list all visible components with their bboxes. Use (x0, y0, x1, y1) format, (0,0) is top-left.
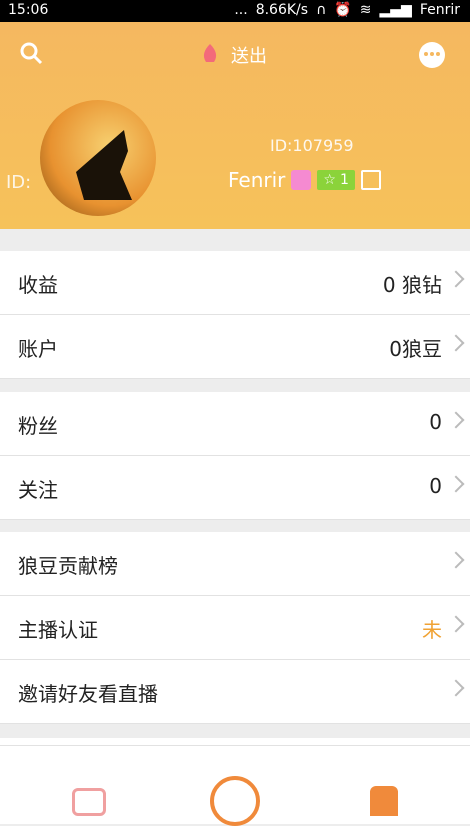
menu-item-following[interactable]: 关注 0 (0, 456, 470, 520)
menu-item-invite-friends[interactable]: 邀请好友看直播 (0, 660, 470, 724)
headset-icon: ∩ (316, 2, 327, 18)
tv-tab-icon[interactable] (72, 788, 106, 816)
menu-item-fans[interactable]: 粉丝 0 (0, 392, 470, 456)
search-icon[interactable] (18, 40, 44, 66)
signal-icon: ▂▄▆ (379, 2, 412, 18)
menu-group-earnings: 收益 0 狼钻 账户 0狼豆 (0, 251, 470, 379)
chevron-right-icon (447, 615, 465, 633)
chevron-right-icon (447, 551, 465, 569)
live-tab-icon[interactable] (210, 776, 260, 826)
gift-icon (203, 44, 217, 62)
menu-item-host-verification[interactable]: 主播认证 未 (0, 596, 470, 660)
avatar[interactable] (40, 100, 156, 216)
chat-icon[interactable] (419, 42, 445, 68)
user-id: ID:107959 (270, 136, 354, 155)
send-button[interactable]: 送出 (231, 42, 267, 68)
chevron-right-icon (447, 679, 465, 697)
status-bar: 15:06 ... 8.66K/s ∩ ⏰ ≋ ▂▄▆ Fenrir (0, 0, 470, 22)
edit-profile-icon[interactable] (360, 170, 381, 190)
more-dots-icon: ... (234, 2, 248, 18)
profile-header: 送出 ID: ID:107959 Fenrir ☆ 1 (0, 22, 470, 229)
network-speed: 8.66K/s (255, 2, 309, 18)
chevron-right-icon (447, 475, 465, 493)
username: Fenrir (228, 168, 286, 192)
carrier-name: Fenrir (419, 2, 460, 18)
wifi-icon: ≋ (359, 2, 372, 18)
chevron-right-icon (447, 334, 465, 352)
chevron-right-icon (447, 411, 465, 429)
menu-item-contribution-rank[interactable]: 狼豆贡献榜 (0, 532, 470, 596)
menu-item-earnings[interactable]: 收益 0 狼钻 (0, 251, 470, 315)
badge-search-icon (291, 170, 312, 190)
status-time: 15:06 (8, 2, 49, 18)
profile-tab-icon[interactable] (370, 786, 398, 816)
chevron-right-icon (447, 270, 465, 288)
bottom-tab-bar (0, 745, 470, 826)
id-label: ID: (6, 172, 32, 193)
menu-item-account[interactable]: 账户 0狼豆 (0, 315, 470, 379)
alarm-icon: ⏰ (334, 2, 352, 18)
menu-group-misc: 狼豆贡献榜 主播认证 未 邀请好友看直播 (0, 532, 470, 724)
menu-group-social: 粉丝 0 关注 0 (0, 392, 470, 520)
level-badge: ☆ 1 (317, 170, 355, 190)
